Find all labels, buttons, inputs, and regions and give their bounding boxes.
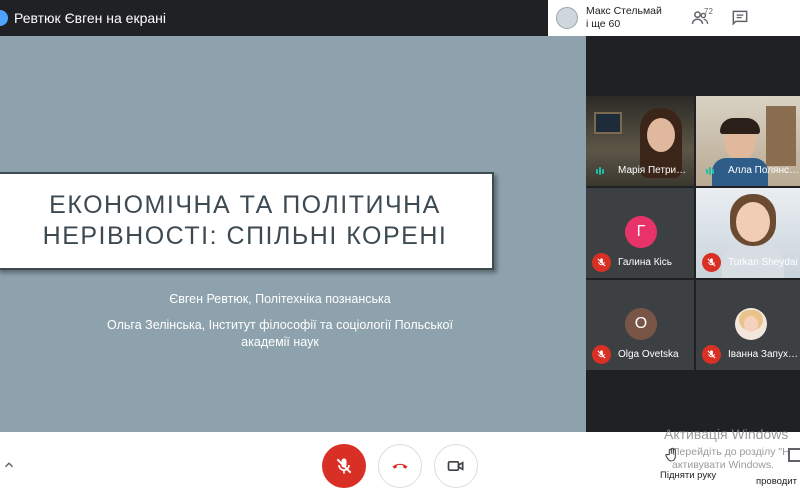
mic-off-indicator: [592, 253, 611, 272]
participant-hair: [720, 118, 760, 134]
raise-hand-label: Підняти руку: [660, 470, 717, 481]
presenter-others: і ще 60: [586, 18, 621, 30]
participant-avatar: O: [625, 308, 657, 340]
chat-button[interactable]: [720, 0, 760, 36]
slide-title-box: ЕКОНОМІЧНА ТА ПОЛІТИЧНА НЕРІВНОСТІ: СПІЛ…: [0, 172, 494, 270]
participant-name: Іванна Запух…: [728, 349, 798, 360]
bookshelf: [766, 106, 796, 166]
participant-face: [736, 202, 770, 242]
speaking-indicator: [596, 167, 604, 175]
participant-gallery: Марія Петри… Алла Полянс… Г Галина Кісь …: [586, 36, 800, 432]
chat-icon: [732, 10, 748, 26]
presenter-avatar: [556, 7, 578, 29]
participant-avatar: [735, 308, 767, 340]
mic-off-icon: [707, 258, 716, 267]
description-label: проводит: [756, 476, 797, 487]
participant-tile[interactable]: O Olga Ovetska: [586, 280, 694, 370]
mic-off-icon: [597, 258, 606, 267]
participant-tile[interactable]: Марія Петри…: [586, 96, 694, 186]
slide-title-line1: ЕКОНОМІЧНА ТА ПОЛІТИЧНА: [49, 191, 441, 219]
raise-hand-icon[interactable]: [664, 446, 680, 464]
participant-avatar: Г: [625, 216, 657, 248]
top-bar: Ревтюк Євген на екрані Макс Стельмай і щ…: [0, 0, 800, 36]
windows-activation-title: Активація Windows: [664, 426, 789, 442]
mic-off-indicator: [592, 345, 611, 364]
presenter-name: Макс Стельмай: [586, 5, 662, 17]
participant-name: Алла Полянс…: [728, 165, 799, 176]
avatar-face: [744, 316, 758, 332]
participant-face-front: [647, 118, 675, 152]
participant-name: Марія Петри…: [618, 165, 687, 176]
participant-tile[interactable]: Turkan Sheydai: [696, 188, 800, 278]
leave-call-button[interactable]: [378, 444, 422, 488]
participants-count: 72: [704, 7, 713, 16]
participant-name: Turkan Sheydai: [728, 257, 798, 268]
presentation-title-area: Ревтюк Євген на екрані: [0, 0, 166, 36]
mic-off-icon: [597, 350, 606, 359]
participant-tile[interactable]: Г Галина Кісь: [586, 188, 694, 278]
speaking-indicator: [706, 167, 714, 175]
slide-author-2-line1: Ольга Зелінська, Інститут філософії та с…: [107, 318, 453, 332]
presentation-title: Ревтюк Євген на екрані: [14, 10, 167, 26]
camera-toggle-button[interactable]: [434, 444, 478, 488]
wall-picture: [594, 112, 622, 134]
slide-author-2: Ольга Зелінська, Інститут філософії та с…: [60, 317, 500, 351]
top-icons: 72: [680, 0, 800, 36]
video-camera-icon: [447, 461, 464, 471]
mic-off-icon: [336, 458, 352, 474]
participant-name: Olga Ovetska: [618, 349, 679, 360]
slide-author-2-line2: академії наук: [241, 335, 319, 349]
participant-name: Галина Кісь: [618, 257, 672, 268]
presenting-indicator: [0, 10, 8, 26]
participant-tile[interactable]: Алла Полянс…: [696, 96, 800, 186]
chevron-up-icon[interactable]: [2, 458, 16, 472]
hang-up-icon: [392, 463, 408, 469]
participant-tile[interactable]: Іванна Запух…: [696, 280, 800, 370]
slide-author-1: Євген Ревтюк, Політехніка познанська: [169, 292, 391, 306]
description-icon[interactable]: [788, 448, 800, 462]
participants-button[interactable]: 72: [680, 0, 720, 36]
mic-off-indicator: [702, 345, 721, 364]
mic-off-indicator: [702, 253, 721, 272]
shared-screen: ЕКОНОМІЧНА ТА ПОЛІТИЧНА НЕРІВНОСТІ: СПІЛ…: [0, 36, 586, 432]
microphone-toggle-button[interactable]: [322, 444, 366, 488]
windows-activation-line1: Перейдіть до розділу "Н: [672, 446, 790, 458]
slide-title-line2: НЕРІВНОСТІ: СПІЛЬНІ КОРЕНІ: [42, 222, 448, 250]
windows-activation-text: Перейдіть до розділу "Н активувати Windo…: [672, 446, 800, 472]
presenter-chip-text: Макс Стельмай і ще 60: [586, 5, 662, 31]
slide-title: ЕКОНОМІЧНА ТА ПОЛІТИЧНА НЕРІВНОСТІ: СПІЛ…: [43, 190, 448, 252]
mic-off-icon: [707, 350, 716, 359]
activities-button[interactable]: [760, 0, 800, 36]
presenter-chip[interactable]: Макс Стельмай і ще 60: [548, 0, 680, 36]
